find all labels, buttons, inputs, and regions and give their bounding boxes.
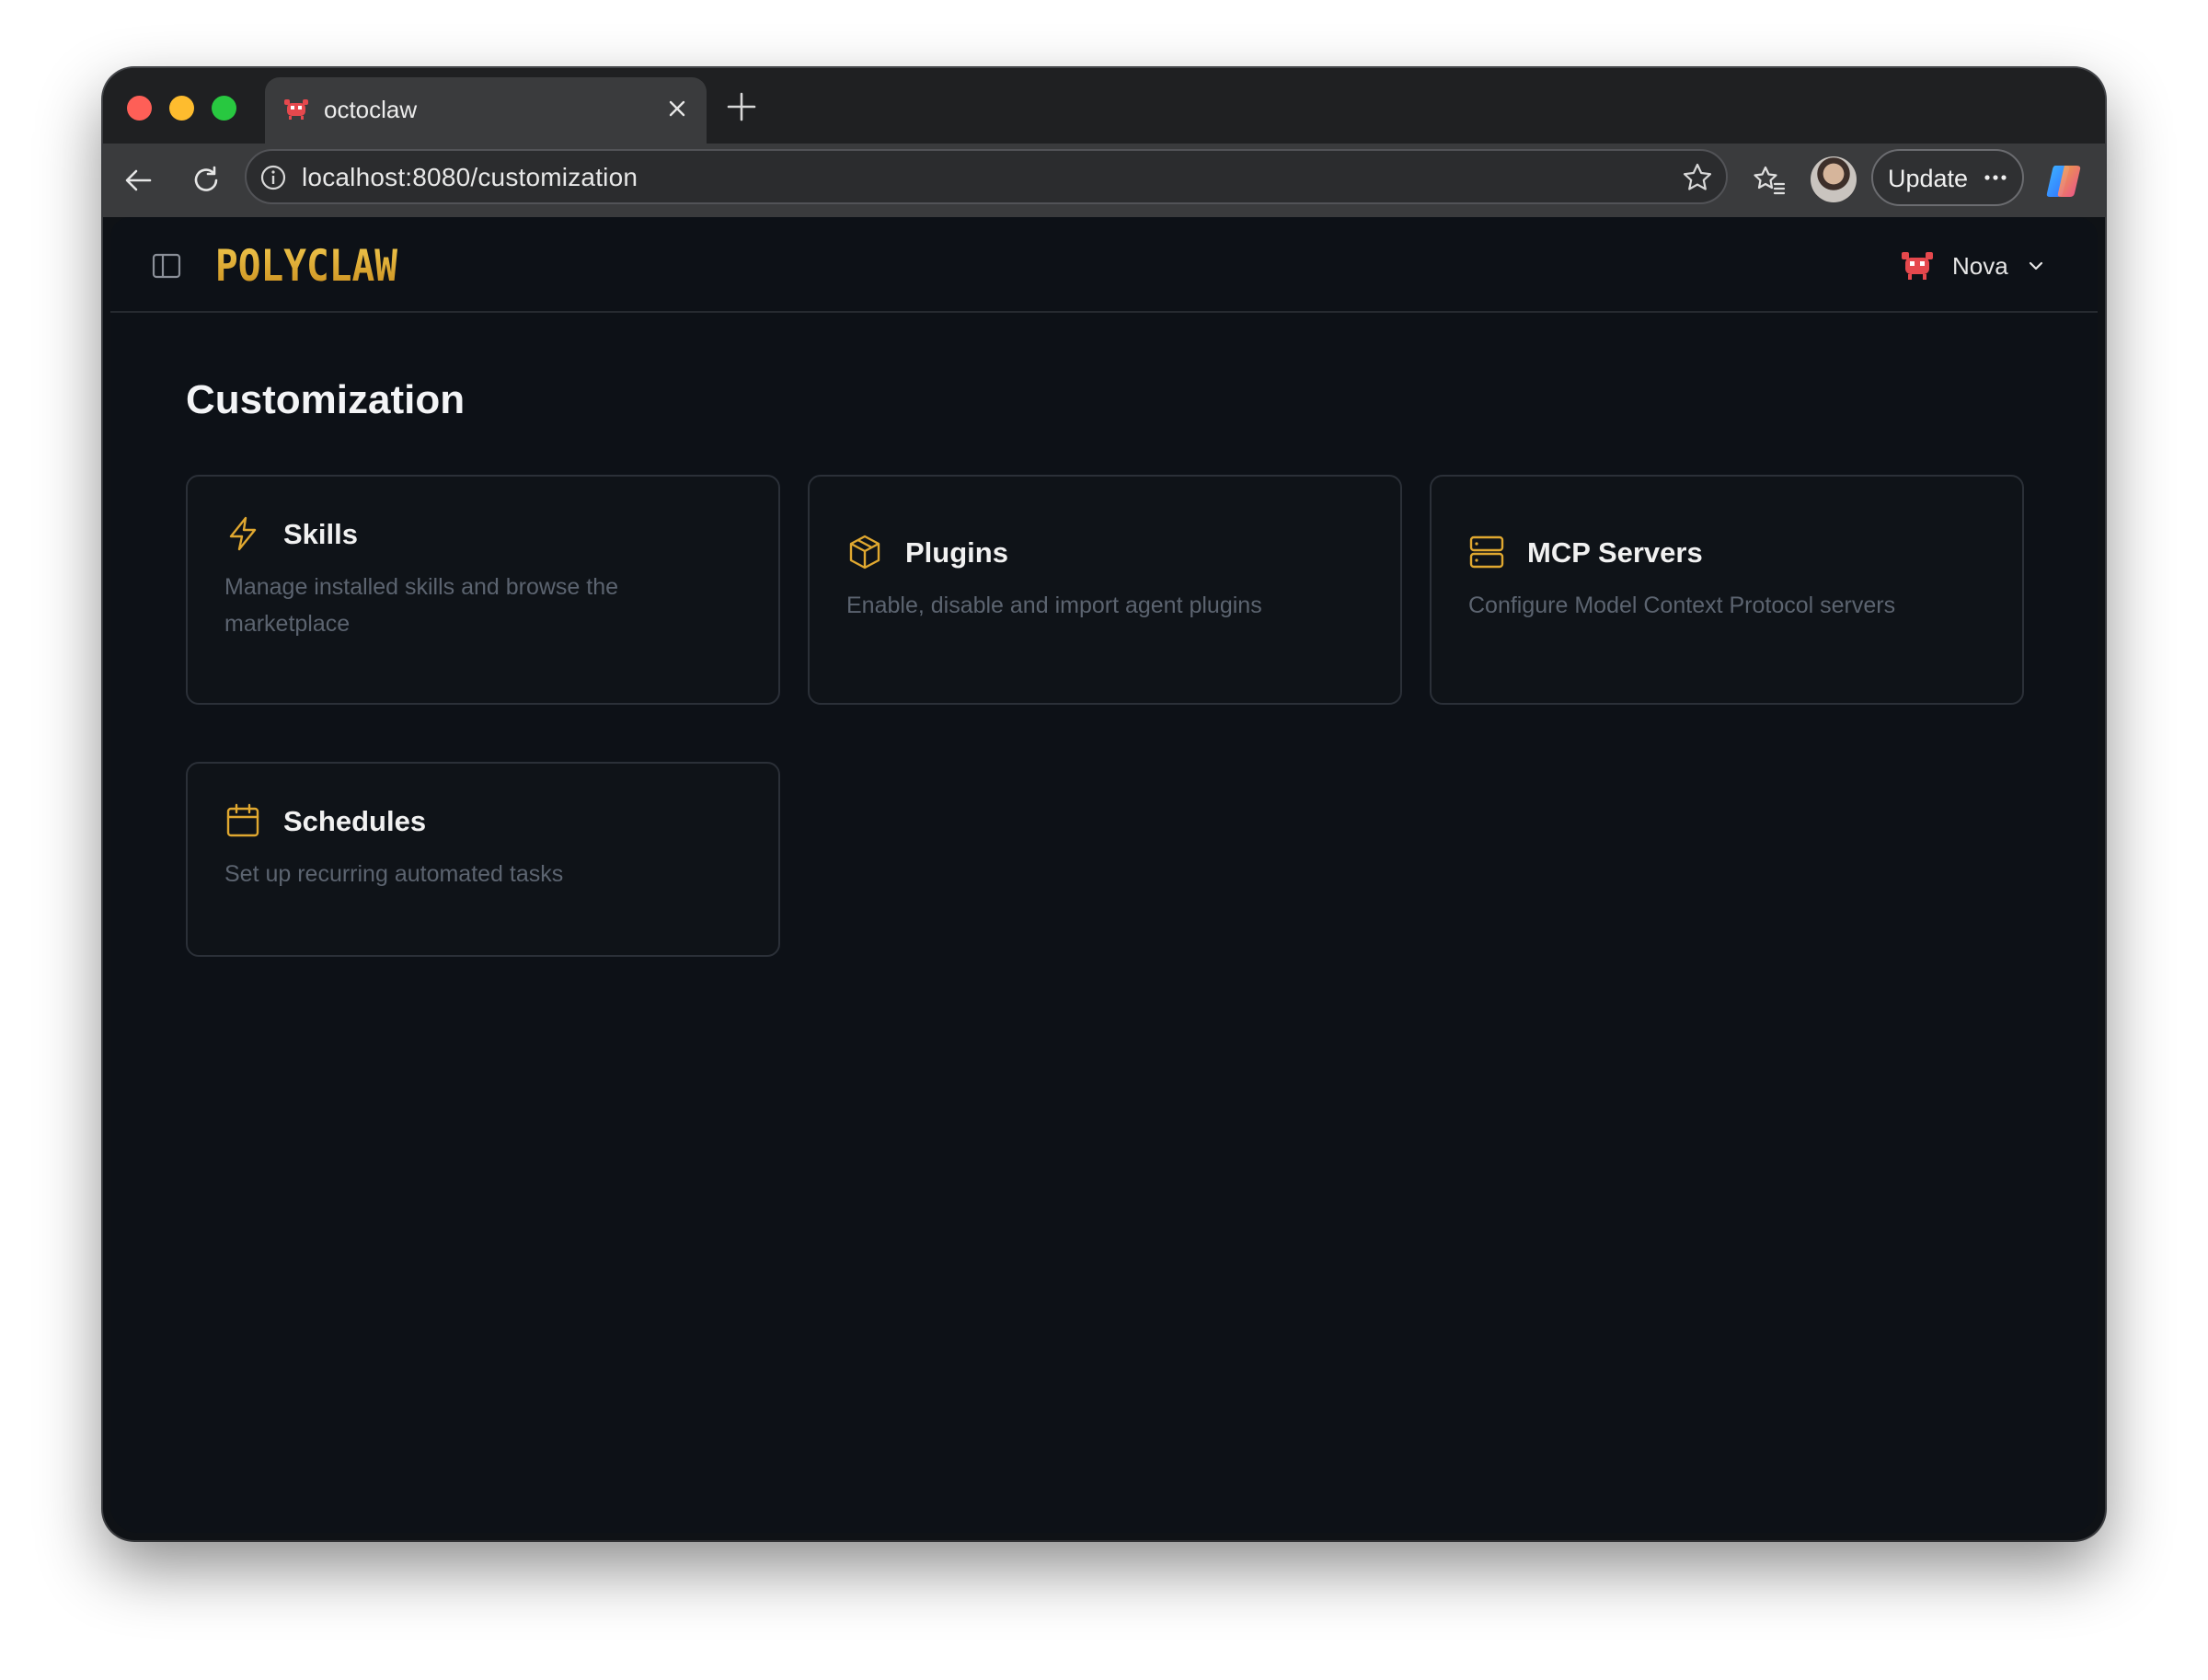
card-title: Skills bbox=[283, 518, 358, 550]
chevron-down-icon bbox=[2029, 261, 2043, 270]
persona-selector[interactable]: Nova bbox=[1899, 243, 2055, 287]
crab-favicon-icon bbox=[284, 99, 308, 120]
site-info-icon[interactable] bbox=[259, 164, 287, 191]
tab-title: octoclaw bbox=[324, 96, 418, 123]
update-button-label: Update bbox=[1888, 165, 1969, 192]
card-description: Set up recurring automated tasks bbox=[224, 861, 564, 887]
page-title: Customization bbox=[186, 377, 466, 422]
close-tab-icon[interactable] bbox=[664, 96, 690, 121]
close-window-button[interactable] bbox=[127, 96, 152, 121]
crab-persona-icon bbox=[1902, 252, 1933, 280]
new-tab-icon[interactable] bbox=[725, 90, 758, 123]
browser-window: octoclaw localhost:8080/customization Up… bbox=[103, 68, 2105, 1540]
persona-name: Nova bbox=[1952, 252, 2008, 280]
card-description: Enable, disable and import agent plugins bbox=[846, 593, 1262, 618]
profile-avatar[interactable] bbox=[1811, 156, 1857, 202]
browser-toolbar: localhost:8080/customization Update bbox=[103, 144, 2105, 217]
update-button[interactable]: Update bbox=[1871, 149, 2024, 206]
server-icon bbox=[1469, 535, 1504, 569]
card-title: Plugins bbox=[905, 536, 1008, 569]
minimize-window-button[interactable] bbox=[169, 96, 194, 121]
url-text: localhost:8080/customization bbox=[302, 163, 638, 191]
sidebar-toggle-icon[interactable] bbox=[151, 250, 182, 282]
package-icon bbox=[849, 535, 880, 570]
copilot-icon[interactable] bbox=[2042, 160, 2085, 202]
more-options-icon bbox=[1984, 175, 2007, 180]
card-title: MCP Servers bbox=[1527, 536, 1703, 569]
maximize-window-button[interactable] bbox=[212, 96, 236, 121]
app-header: POLYCLAW Nova bbox=[110, 217, 2098, 313]
card-description: Manage installed skills and browse the m… bbox=[224, 574, 619, 637]
app-root: POLYCLAW Nova Customization Skills Manag… bbox=[110, 217, 2098, 1533]
browser-tab-active[interactable]: octoclaw bbox=[265, 77, 707, 144]
card-description: Configure Model Context Protocol servers bbox=[1468, 593, 1896, 618]
favorites-icon[interactable] bbox=[1752, 164, 1787, 199]
plugins-card[interactable]: Plugins Enable, disable and import agent… bbox=[808, 475, 1402, 705]
skills-card[interactable]: Skills Manage installed skills and brows… bbox=[186, 475, 780, 705]
card-title: Schedules bbox=[283, 805, 427, 837]
back-arrow-icon[interactable] bbox=[121, 164, 155, 197]
calendar-icon bbox=[226, 803, 259, 837]
mcp-servers-card[interactable]: MCP Servers Configure Model Context Prot… bbox=[1430, 475, 2024, 705]
lightning-icon bbox=[229, 516, 257, 551]
tab-strip: octoclaw bbox=[103, 68, 2105, 144]
logo-text: POLYCLAW bbox=[215, 243, 398, 287]
polyclaw-logo[interactable]: POLYCLAW bbox=[215, 243, 399, 287]
bookmark-star-icon[interactable] bbox=[1682, 162, 1713, 193]
schedules-card[interactable]: Schedules Set up recurring automated tas… bbox=[186, 762, 780, 957]
reload-icon[interactable] bbox=[190, 164, 223, 197]
address-bar[interactable]: localhost:8080/customization bbox=[245, 149, 1728, 204]
